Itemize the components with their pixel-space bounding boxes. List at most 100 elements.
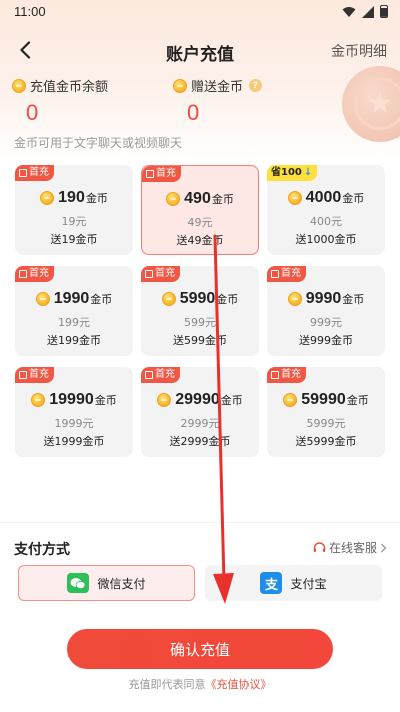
battery-icon (380, 5, 388, 18)
gift-icon (146, 170, 154, 178)
recharge-balance-label: 充值金币余额 (30, 80, 109, 95)
signal-icon (362, 5, 374, 18)
agreement-text: 充值即代表同意《充值协议》 (0, 676, 400, 692)
agreement-link[interactable]: 《充值协议》 (206, 678, 272, 691)
recharge-balance-value: 0 (26, 100, 39, 125)
package-card[interactable]: 首充 1990 金币 199元 送199金币 (15, 266, 133, 356)
first-recharge-tag: 首充 (142, 166, 181, 182)
package-price: 5999元 (306, 417, 346, 430)
payment-panel: 支付方式 在线客服 微信支付 支 支付宝 确认充值 充值即代表同意《充值协议》 (0, 522, 400, 712)
first-recharge-tag: 首充 (141, 367, 180, 383)
gift-icon (271, 371, 279, 379)
back-button[interactable] (12, 36, 38, 64)
gift-icon (145, 270, 153, 278)
coin-icon (31, 393, 46, 407)
gift-icon (271, 270, 279, 278)
coin-icon (40, 191, 55, 205)
gift-icon (19, 270, 27, 278)
package-amount: 9990 (305, 290, 342, 307)
package-price: 999元 (310, 316, 342, 329)
coin-icon (161, 292, 176, 306)
package-amount: 59990 (301, 391, 346, 408)
chevron-right-icon (381, 543, 387, 552)
package-unit: 金币 (346, 394, 369, 407)
payment-title: 支付方式 (14, 542, 70, 558)
alipay-icon: 支 (260, 572, 283, 594)
coin-icon (166, 192, 181, 206)
package-card-selected[interactable]: 首充 490 金币 49元 送49金币 (141, 165, 259, 255)
package-amount: 4000 (305, 189, 342, 206)
package-unit: 金币 (211, 193, 234, 206)
recharge-balance: 充值金币余额 0 (12, 76, 108, 126)
package-card[interactable]: 首充 9990 金币 999元 送999金币 (267, 266, 385, 356)
package-bonus: 送19金币 (50, 233, 98, 246)
package-card[interactable]: 首充 59990 金币 5999元 送5999金币 (267, 367, 385, 457)
package-unit: 金币 (220, 394, 243, 407)
package-price: 400元 (310, 215, 342, 228)
agreement-prefix: 充值即代表同意 (128, 678, 206, 691)
package-unit: 金币 (216, 293, 239, 306)
coin-icon (35, 292, 50, 306)
package-card[interactable]: 首充 5990 金币 599元 送599金币 (141, 266, 259, 356)
package-bonus: 送49金币 (176, 234, 224, 247)
usage-tip: 金币可用于文字聊天或视频聊天 (14, 136, 183, 150)
nav-bar: 账户充值 金币明细 (0, 32, 400, 68)
package-unit: 金币 (342, 192, 365, 205)
status-bar: 11:00 (0, 0, 400, 24)
package-amount: 19990 (49, 391, 94, 408)
help-icon[interactable]: ? (249, 79, 263, 92)
online-service-label: 在线客服 (328, 541, 377, 555)
package-price: 1999元 (54, 417, 94, 430)
package-price: 2999元 (180, 417, 220, 430)
package-price: 49元 (187, 216, 213, 229)
gift-icon (145, 371, 153, 379)
package-card[interactable]: 首充 29990 金币 2999元 送2999金币 (141, 367, 259, 457)
coin-icon (173, 78, 187, 93)
package-bonus: 送5999金币 (295, 435, 357, 448)
status-time: 11:00 (14, 4, 46, 19)
package-unit: 金币 (342, 293, 365, 306)
package-amount: 190 (58, 189, 85, 206)
save-tag: 省100 ↓ (267, 165, 318, 181)
wechat-pay-label: 微信支付 (97, 576, 146, 591)
package-bonus: 送599金币 (173, 334, 227, 347)
package-card[interactable]: 省100 ↓ 4000 金币 400元 送1000金币 (267, 165, 385, 255)
package-price: 19元 (61, 215, 87, 228)
package-card[interactable]: 首充 190 金币 19元 送19金币 (15, 165, 133, 255)
gift-icon (19, 371, 27, 379)
first-recharge-tag: 首充 (267, 266, 306, 282)
package-amount: 1990 (53, 290, 90, 307)
gift-icon (19, 169, 27, 177)
package-bonus: 送199金币 (47, 334, 101, 347)
package-bonus: 送2999金币 (169, 435, 231, 448)
chevron-left-icon (20, 41, 31, 59)
arrow-down-icon: ↓ (303, 167, 313, 178)
package-price: 599元 (184, 316, 216, 329)
status-icons (342, 5, 388, 18)
gift-balance-label: 赠送金币 (191, 80, 244, 95)
alipay-option[interactable]: 支 支付宝 (205, 565, 382, 601)
wifi-icon (342, 6, 356, 17)
confirm-recharge-button[interactable]: 确认充值 (67, 629, 333, 669)
first-recharge-tag: 首充 (15, 165, 54, 181)
coin-icon (12, 78, 26, 93)
package-bonus: 送1999金币 (43, 435, 105, 448)
coin-detail-link[interactable]: 金币明细 (331, 41, 387, 61)
package-bonus: 送999金币 (299, 334, 353, 347)
gift-balance: 赠送金币 ? 0 (173, 76, 263, 126)
package-bonus: 送1000金币 (295, 233, 357, 246)
coin-icon (287, 191, 302, 205)
online-service-link[interactable]: 在线客服 (313, 539, 387, 556)
package-amount: 490 (184, 190, 211, 207)
package-unit: 金币 (85, 192, 108, 205)
first-recharge-tag: 首充 (15, 367, 54, 383)
first-recharge-tag: 首充 (141, 266, 180, 282)
package-price: 199元 (58, 316, 90, 329)
package-card[interactable]: 首充 19990 金币 1999元 送1999金币 (15, 367, 133, 457)
first-recharge-tag: 首充 (267, 367, 306, 383)
first-recharge-tag: 首充 (15, 266, 54, 282)
package-unit: 金币 (90, 293, 113, 306)
alipay-label: 支付宝 (290, 576, 327, 591)
gift-balance-value: 0 (187, 100, 200, 125)
wechat-pay-option[interactable]: 微信支付 (18, 565, 195, 601)
